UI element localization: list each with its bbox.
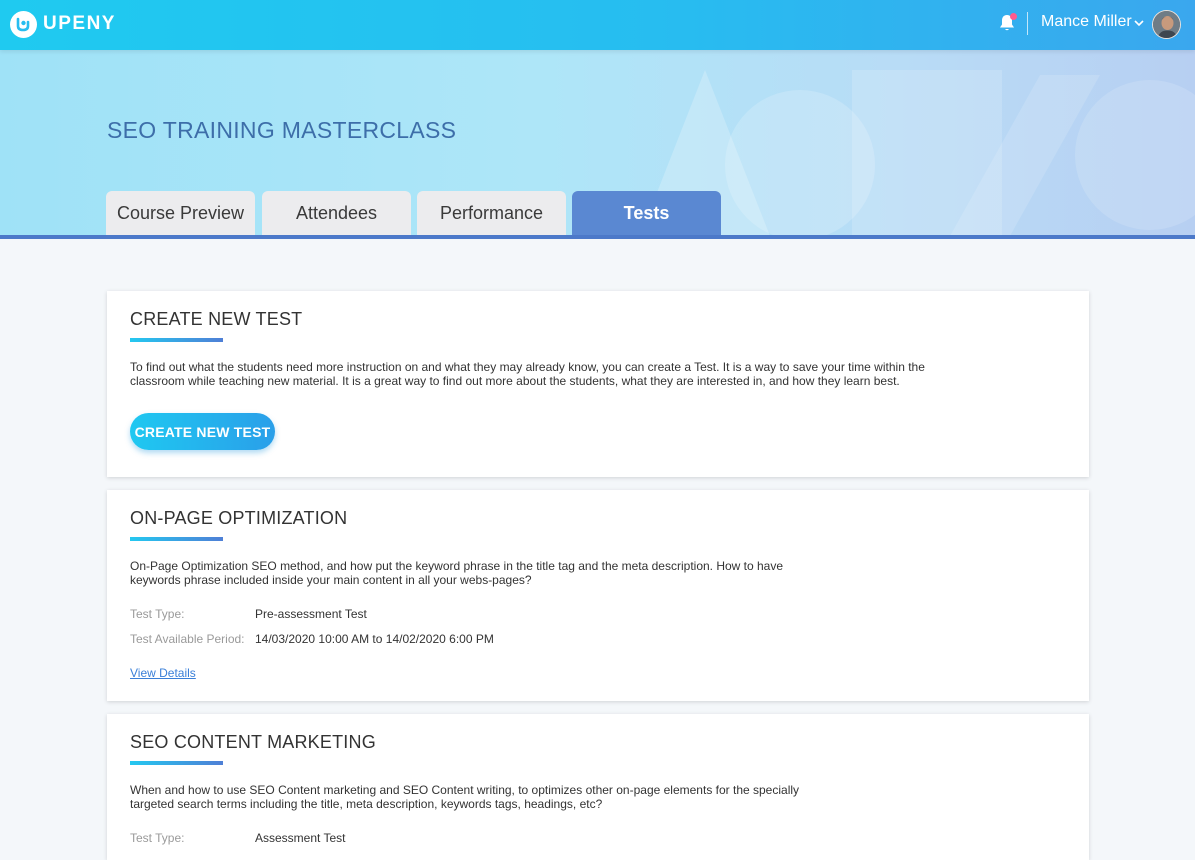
test-title: SEO CONTENT MARKETING: [130, 732, 376, 752]
nav-divider: [1027, 12, 1028, 35]
title-underline: [130, 338, 223, 342]
test-period-label: Test Available Period:: [130, 632, 245, 646]
avatar[interactable]: [1152, 10, 1181, 39]
view-details-link[interactable]: View Details: [130, 666, 196, 680]
tab-attendees[interactable]: Attendees: [262, 191, 411, 236]
notification-bell-icon[interactable]: [996, 12, 1018, 34]
test-period-value: 14/03/2020 10:00 AM to 14/02/2020 6:00 P…: [255, 632, 494, 646]
tab-tests[interactable]: Tests: [572, 191, 721, 236]
course-banner: SEO TRAINING MASTERCLASS Course Preview …: [0, 50, 1195, 236]
test-card: ON-PAGE OPTIMIZATION On-Page Optimizatio…: [107, 490, 1089, 701]
test-type-label: Test Type:: [130, 831, 185, 845]
test-description: When and how to use SEO Content marketin…: [130, 783, 800, 811]
test-description: On-Page Optimization SEO method, and how…: [130, 559, 784, 587]
title-underline: [130, 537, 223, 541]
logo-icon: [10, 10, 37, 38]
test-type-value: Assessment Test: [255, 831, 346, 845]
course-title: SEO TRAINING MASTERCLASS: [107, 117, 457, 143]
card-title: CREATE NEW TEST: [130, 309, 303, 329]
top-navbar: UPENY Mance Miller: [0, 0, 1195, 50]
test-title: ON-PAGE OPTIMIZATION: [130, 508, 348, 528]
card-description: To find out what the students need more …: [130, 360, 925, 388]
create-test-card: CREATE NEW TEST To find out what the stu…: [107, 291, 1089, 477]
test-card: SEO CONTENT MARKETING When and how to us…: [107, 714, 1089, 860]
notification-dot: [1010, 13, 1017, 20]
chevron-down-icon[interactable]: [1133, 16, 1145, 28]
test-type-value: Pre-assessment Test: [255, 607, 367, 621]
logo-text: UPENY: [43, 13, 116, 34]
create-new-test-button[interactable]: CREATE NEW TEST: [130, 413, 275, 450]
logo[interactable]: UPENY: [10, 10, 116, 38]
tab-course-preview[interactable]: Course Preview: [106, 191, 255, 236]
test-type-label: Test Type:: [130, 607, 185, 621]
user-name[interactable]: Mance Miller: [1041, 13, 1132, 31]
title-underline: [130, 761, 223, 765]
tab-performance[interactable]: Performance: [417, 191, 566, 236]
tab-bar-line: [0, 235, 1195, 239]
